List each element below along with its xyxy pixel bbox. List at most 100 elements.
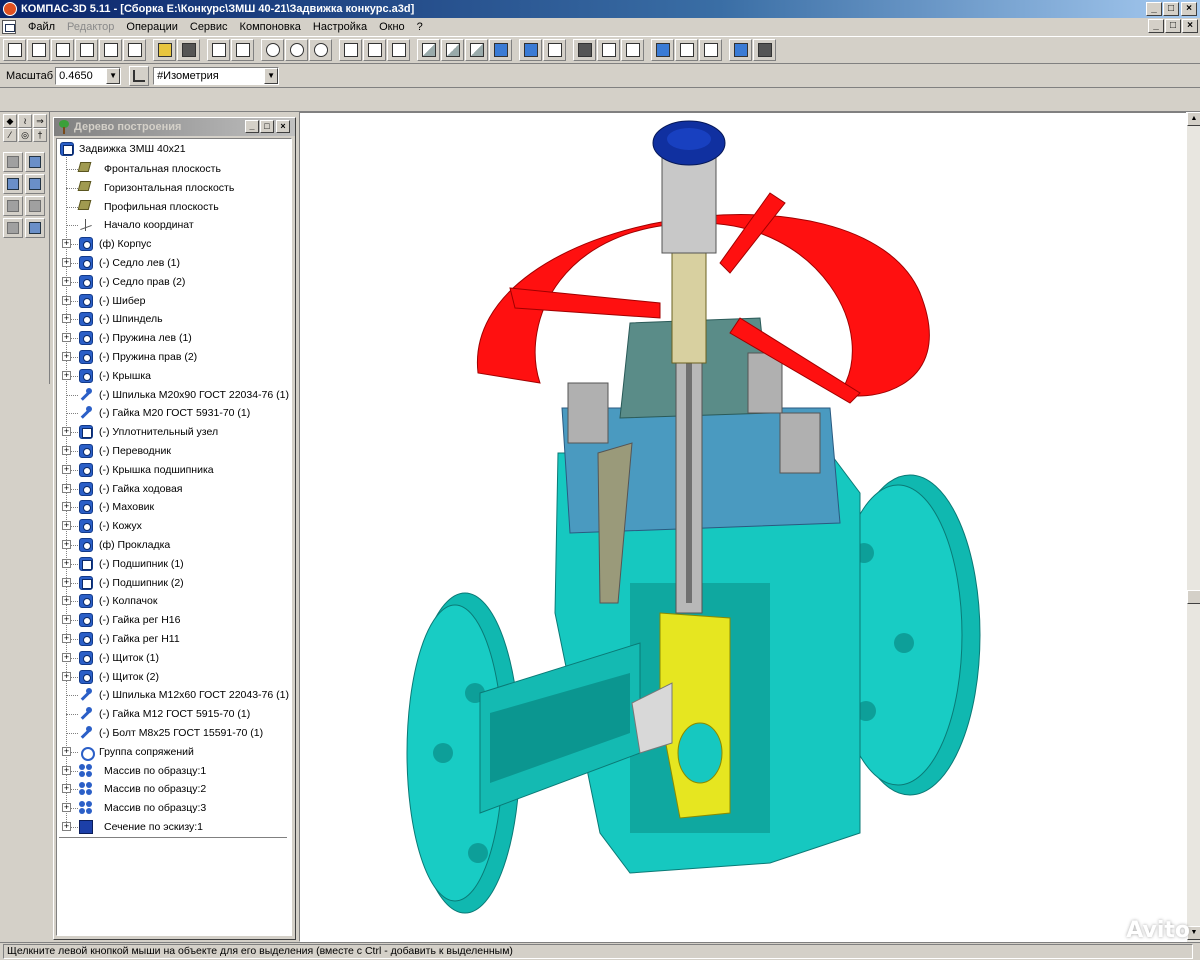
tree-item[interactable]: + (-) Шибер <box>57 292 291 310</box>
tree-item[interactable]: + (-) Переводник <box>57 442 291 460</box>
minimize-button[interactable]: _ <box>1146 2 1162 16</box>
cut-icon[interactable] <box>207 39 230 61</box>
expand-icon[interactable]: + <box>62 577 71 587</box>
expand-icon[interactable]: + <box>62 558 71 568</box>
expand-icon[interactable]: + <box>62 540 71 549</box>
wireframe-icon[interactable] <box>417 39 440 61</box>
expand-icon[interactable]: + <box>62 822 71 831</box>
menu-item-4[interactable]: Компоновка <box>234 21 307 33</box>
expand-icon[interactable]: + <box>62 446 71 455</box>
vertical-scrollbar[interactable]: ▲ ▼ <box>1186 112 1200 942</box>
tree-item[interactable]: Фронтальная плоскость <box>57 160 291 178</box>
hidden-lines-icon[interactable] <box>441 39 464 61</box>
new-text-icon[interactable] <box>99 39 122 61</box>
expand-icon[interactable]: + <box>62 333 71 343</box>
new-part-icon[interactable] <box>27 39 50 61</box>
save-icon[interactable] <box>177 39 200 61</box>
tree-item[interactable]: + (-) Пружина лев (1) <box>57 329 291 347</box>
menu-item-2[interactable]: Операции <box>120 21 183 33</box>
scroll-thumb[interactable] <box>1187 590 1200 604</box>
new-spec-icon[interactable] <box>123 39 146 61</box>
expand-icon[interactable]: + <box>62 483 71 493</box>
chevron-down-icon[interactable]: ▼ <box>106 67 121 84</box>
shaded-icon[interactable] <box>489 39 512 61</box>
tree-item[interactable]: + (-) Колпачок <box>57 592 291 610</box>
tree-item[interactable]: + Массив по образцу:1 <box>57 762 291 780</box>
tree-item[interactable]: + Массив по образцу:3 <box>57 799 291 817</box>
tree-item[interactable]: (-) Шпилька М12х60 ГОСТ 22043-76 (1) <box>57 686 291 704</box>
tree-item[interactable]: Профильная плоскость <box>57 198 291 216</box>
scale-combobox[interactable]: 0.4650 ▼ <box>55 66 122 85</box>
expand-icon[interactable]: + <box>62 370 71 380</box>
zoom-out-icon[interactable] <box>309 39 332 61</box>
panel-switch-4-icon[interactable]: ⁄ <box>3 128 17 142</box>
tree-item[interactable]: + (-) Кожух <box>57 517 291 535</box>
expand-icon[interactable]: + <box>62 427 71 437</box>
tree-item[interactable]: + Группа сопряжений <box>57 743 291 761</box>
tree-item[interactable]: Горизонтальная плоскость <box>57 179 291 197</box>
preview-icon[interactable] <box>675 39 698 61</box>
expand-icon[interactable]: + <box>62 295 71 305</box>
tree-item[interactable]: + (-) Крышка подшипника <box>57 461 291 479</box>
hidden-removed-icon[interactable] <box>465 39 488 61</box>
scroll-up-icon[interactable]: ▲ <box>1187 112 1200 126</box>
help-icon[interactable] <box>729 39 752 61</box>
tree-close-button[interactable]: × <box>276 120 290 133</box>
close-button[interactable]: × <box>1181 2 1197 16</box>
exit-icon[interactable] <box>753 39 776 61</box>
section-view-icon[interactable] <box>621 39 644 61</box>
model-settings-icon[interactable] <box>543 39 566 61</box>
disabled-tool-3-icon[interactable] <box>3 218 23 238</box>
tree-item[interactable]: + (-) Гайка ходовая <box>57 480 291 498</box>
expand-icon[interactable]: + <box>62 596 71 606</box>
zoom-in-icon[interactable] <box>285 39 308 61</box>
expand-icon[interactable]: + <box>62 239 71 249</box>
tree-item[interactable]: + (-) Седло прав (2) <box>57 273 291 291</box>
pattern-tool-icon[interactable] <box>25 218 45 238</box>
tree-item[interactable]: + (-) Подшипник (1) <box>57 555 291 573</box>
doc-close-button[interactable]: × <box>1182 19 1198 33</box>
expand-icon[interactable]: + <box>62 803 71 813</box>
expand-icon[interactable]: + <box>62 502 71 512</box>
tree-item[interactable]: + (-) Гайка рег Н11 <box>57 630 291 648</box>
menu-item-1[interactable]: Редактор <box>61 21 120 33</box>
menu-item-0[interactable]: Файл <box>22 21 61 33</box>
measure-icon[interactable] <box>573 39 596 61</box>
3d-viewport[interactable] <box>299 112 1188 942</box>
doc-restore-button[interactable]: □ <box>1165 19 1181 33</box>
tree-item[interactable]: Начало координат <box>57 216 291 234</box>
tree-item[interactable]: + (ф) Прокладка <box>57 536 291 554</box>
expand-icon[interactable]: + <box>62 615 71 625</box>
panel-switch-1-icon[interactable]: ◆ <box>3 114 17 128</box>
tree-item[interactable]: + Сечение по эскизу:1 <box>57 818 291 836</box>
add-component-icon[interactable] <box>3 152 23 172</box>
tree-item[interactable]: (-) Болт М8х25 ГОСТ 15591-70 (1) <box>57 724 291 742</box>
zoom-fit-icon[interactable] <box>363 39 386 61</box>
disabled-tool-2-icon[interactable] <box>25 196 45 216</box>
doc-minimize-button[interactable]: _ <box>1148 19 1164 33</box>
expand-icon[interactable]: + <box>62 521 71 531</box>
expand-icon[interactable]: + <box>62 258 71 267</box>
disabled-tool-1-icon[interactable] <box>3 196 23 216</box>
tree-item[interactable]: + (-) Крышка <box>57 367 291 385</box>
menu-item-5[interactable]: Настройка <box>307 21 373 33</box>
tree-item[interactable]: (-) Шпилька М20х90 ГОСТ 22034-76 (1) <box>57 386 291 404</box>
calculator-icon[interactable] <box>651 39 674 61</box>
expand-icon[interactable]: + <box>62 746 71 756</box>
tree-root-label[interactable]: Задвижка ЗМШ 40х21 <box>79 143 186 155</box>
orientation-combobox[interactable]: #Изометрия ▼ <box>153 66 280 85</box>
expand-icon[interactable]: + <box>62 671 71 681</box>
document-icon[interactable] <box>2 20 16 34</box>
tree-item[interactable]: + (ф) Корпус <box>57 235 291 253</box>
tree-item[interactable]: + (-) Подшипник (2) <box>57 574 291 592</box>
rotate-component-icon[interactable] <box>25 174 45 194</box>
tree-item[interactable]: (-) Гайка М20 ГОСТ 5931-70 (1) <box>57 404 291 422</box>
paste-icon[interactable] <box>231 39 254 61</box>
panel-switch-2-icon[interactable]: ≀ <box>18 114 32 128</box>
panel-switch-6-icon[interactable]: † <box>33 128 47 142</box>
expand-icon[interactable]: + <box>62 652 71 662</box>
properties-icon[interactable] <box>699 39 722 61</box>
move-component-icon[interactable] <box>3 174 23 194</box>
tree-item[interactable]: + (-) Щиток (2) <box>57 668 291 686</box>
expand-icon[interactable]: + <box>62 314 71 324</box>
